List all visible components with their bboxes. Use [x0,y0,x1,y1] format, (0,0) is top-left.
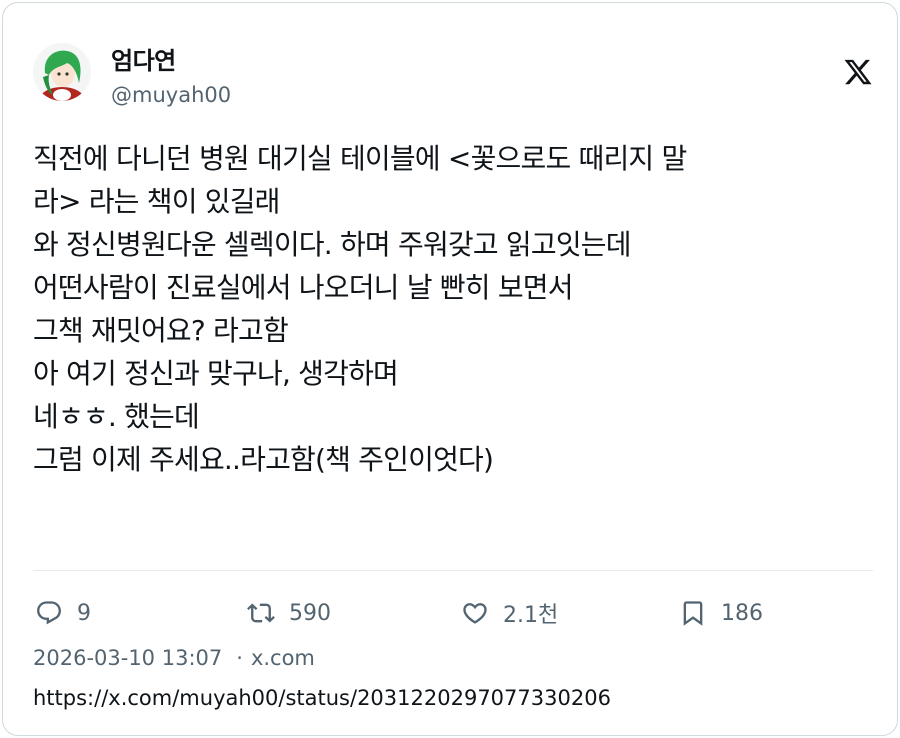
heart-icon [461,599,489,627]
avatar-image [33,43,91,101]
tweet-line: 네ㅎㅎ. 했는데 [33,400,200,433]
source-link[interactable]: x.com [251,646,315,670]
like-button[interactable]: 2.1천 [461,593,558,633]
tweet-line: 아 여기 정신과 맞구나, 생각하며 [33,357,399,390]
bookmark-button[interactable]: 186 [679,593,763,633]
tweet-card: 엄다연 @muyah00 직전에 다니던 병원 대기실 테이블에 <꽃으로도 때… [2,2,898,736]
retweet-button[interactable]: 590 [247,593,331,633]
tweet-line: 그책 재밋어요? 라고함 [33,314,289,347]
tweet-line: 직전에 다니던 병원 대기실 테이블에 <꽃으로도 때리지 말 [33,142,687,175]
tweet-line: 라> 라는 책이 있길래 [33,185,280,218]
tweet-line: 어떤사람이 진료실에서 나오더니 날 빤히 보면서 [33,271,574,304]
x-logo-icon[interactable] [843,57,873,87]
tweet-meta: 2026-03-10 13:07 · x.com [33,646,315,670]
tweet-text: 직전에 다니던 병원 대기실 테이블에 <꽃으로도 때리지 말 라> 라는 책이… [33,137,873,481]
retweet-count: 590 [289,600,331,626]
meta-separator: · [236,646,243,670]
reply-count: 9 [77,600,91,626]
tweet-line: 그럼 이제 주세요..라고함(책 주인이엇다) [33,443,494,476]
retweet-icon [247,599,275,627]
timestamp[interactable]: 2026-03-10 13:07 [33,646,222,670]
like-count: 2.1천 [503,603,559,628]
divider [33,570,873,571]
avatar[interactable] [33,43,91,101]
reply-button[interactable]: 9 [35,593,91,633]
bookmark-count: 186 [721,600,763,626]
reply-icon [35,599,63,627]
author-handle[interactable]: @muyah00 [111,83,231,107]
tweet-line: 와 정신병원다운 셀렉이다. 하며 주워갖고 읽고잇는데 [33,228,632,261]
author-display-name[interactable]: 엄다연 [111,41,176,76]
tweet-url[interactable]: https://x.com/muyah00/status/20312202970… [33,686,611,710]
bookmark-icon [679,599,707,627]
